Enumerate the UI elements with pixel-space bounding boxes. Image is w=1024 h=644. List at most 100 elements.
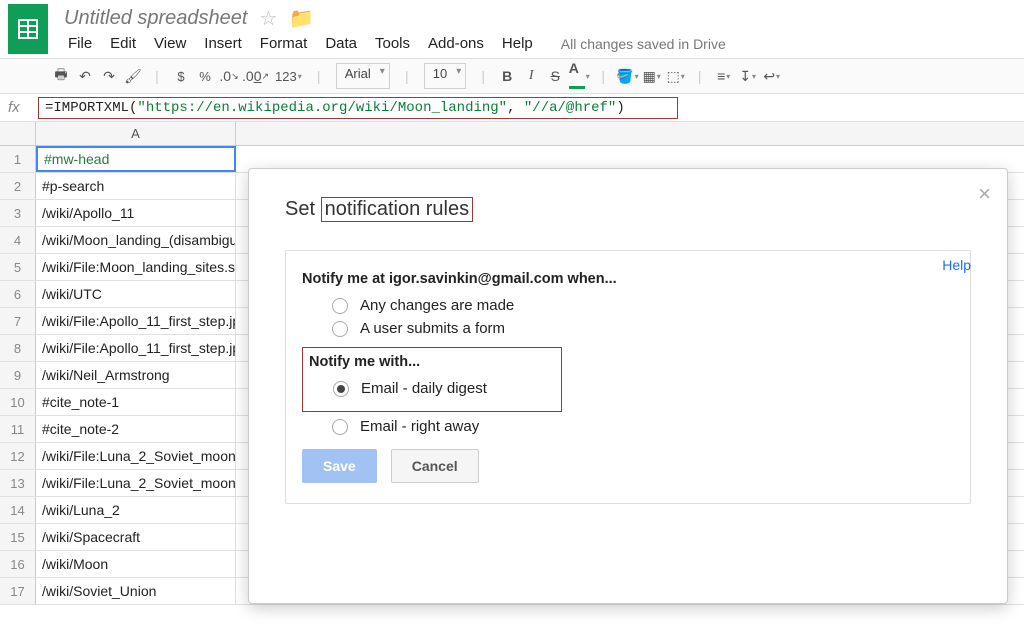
row-header[interactable]: 2 (0, 173, 36, 199)
option-right-away[interactable]: Email - right away (332, 418, 954, 435)
cell[interactable]: /wiki/Apollo_11 (36, 200, 236, 226)
formula-input[interactable]: =IMPORTXML("https://en.wikipedia.org/wik… (38, 97, 678, 119)
separator: | (396, 63, 418, 89)
cell[interactable]: /wiki/Spacecraft (36, 524, 236, 550)
cell[interactable]: /wiki/Neil_Armstrong (36, 362, 236, 388)
cell[interactable]: #cite_note-2 (36, 416, 236, 442)
row-header[interactable]: 5 (0, 254, 36, 280)
print-icon[interactable]: 🖶 (50, 63, 72, 89)
menu-insert[interactable]: Insert (204, 35, 242, 52)
option-form-submit[interactable]: A user submits a form (332, 320, 954, 337)
row-header[interactable]: 15 (0, 524, 36, 550)
row-header[interactable]: 7 (0, 308, 36, 334)
dialog-body: Notify me at igor.savinkin@gmail.com whe… (285, 250, 971, 504)
option-label: Email - daily digest (361, 380, 487, 397)
menu-view[interactable]: View (154, 35, 186, 52)
cell[interactable]: #mw-head (36, 146, 236, 172)
fill-color-button[interactable]: 🪣▾ (616, 63, 638, 89)
row-header[interactable]: 3 (0, 200, 36, 226)
undo-icon[interactable]: ↶ (74, 63, 96, 89)
dialog-title: Set notification rules (285, 197, 971, 222)
radio-icon[interactable] (332, 419, 348, 435)
cell[interactable]: /wiki/File:Apollo_11_first_step.jpg (36, 308, 236, 334)
row-header[interactable]: 10 (0, 389, 36, 415)
cell[interactable]: /wiki/File:Luna_2_Soviet_moon_probe.jpg (36, 443, 236, 469)
cell[interactable]: /wiki/Luna_2 (36, 497, 236, 523)
bold-button[interactable]: B (496, 63, 518, 89)
row-header[interactable]: 4 (0, 227, 36, 253)
borders-button[interactable]: ▦▾ (641, 63, 663, 89)
strikethrough-button[interactable]: S (544, 63, 566, 89)
cell[interactable]: #p-search (36, 173, 236, 199)
row-header[interactable]: 1 (0, 146, 36, 172)
separator: | (472, 63, 494, 89)
close-icon[interactable]: × (978, 181, 991, 207)
notify-with-heading: Notify me with... (309, 354, 553, 370)
horizontal-align-button[interactable]: ≡▾ (713, 63, 735, 89)
formula-text: =IMPORTXML("https://en.wikipedia.org/wik… (45, 100, 625, 116)
decrease-decimal-button[interactable]: .0↘ (218, 63, 240, 89)
font-select[interactable]: Arial (336, 63, 390, 89)
notification-rules-dialog: × Set notification rules Help Notify me … (248, 168, 1008, 604)
option-label: Email - right away (360, 418, 479, 435)
menu-format[interactable]: Format (260, 35, 308, 52)
italic-button[interactable]: I (520, 63, 542, 89)
redo-icon[interactable]: ↷ (98, 63, 120, 89)
row-header[interactable]: 9 (0, 362, 36, 388)
radio-icon[interactable] (332, 298, 348, 314)
row-header[interactable]: 17 (0, 578, 36, 604)
sheets-logo-icon[interactable] (8, 4, 48, 54)
text-wrap-button[interactable]: ↩▾ (761, 63, 783, 89)
star-icon[interactable]: ☆ (259, 6, 277, 31)
help-link[interactable]: Help (942, 257, 971, 273)
cell[interactable]: /wiki/Soviet_Union (36, 578, 236, 604)
cell[interactable]: /wiki/File:Luna_2_Soviet_moon_probe.jpg (36, 470, 236, 496)
save-status: All changes saved in Drive (561, 36, 726, 52)
separator: | (592, 63, 614, 89)
menu-tools[interactable]: Tools (375, 35, 410, 52)
paint-format-icon[interactable]: 🖌 (122, 63, 144, 89)
number-format-button[interactable]: 123▾ (271, 63, 306, 89)
cell[interactable]: #cite_note-1 (36, 389, 236, 415)
menu-addons[interactable]: Add-ons (428, 35, 484, 52)
currency-format-button[interactable]: $ (170, 63, 192, 89)
cell[interactable]: /wiki/Moon (36, 551, 236, 577)
save-button[interactable]: Save (302, 449, 377, 483)
option-label: Any changes are made (360, 297, 514, 314)
cancel-button[interactable]: Cancel (391, 449, 479, 483)
font-size-select[interactable]: 10 (424, 63, 466, 89)
row-header[interactable]: 8 (0, 335, 36, 361)
radio-icon[interactable] (333, 381, 349, 397)
option-daily-digest[interactable]: Email - daily digest (333, 380, 553, 397)
percent-format-button[interactable]: % (194, 63, 216, 89)
cell[interactable]: /wiki/UTC (36, 281, 236, 307)
column-header-a[interactable]: A (36, 122, 236, 145)
separator: | (146, 63, 168, 89)
row-header[interactable]: 6 (0, 281, 36, 307)
formula-bar: fx =IMPORTXML("https://en.wikipedia.org/… (0, 94, 1024, 122)
toolbar: 🖶 ↶ ↷ 🖌 | $ % .0↘ .00↗ 123▾ | Arial | 10… (0, 58, 1024, 94)
row-header[interactable]: 11 (0, 416, 36, 442)
menu-data[interactable]: Data (325, 35, 357, 52)
row-header[interactable]: 14 (0, 497, 36, 523)
increase-decimal-button[interactable]: .00↗ (242, 63, 269, 89)
option-label: A user submits a form (360, 320, 505, 337)
text-color-button[interactable]: A▾ (568, 63, 590, 89)
menu-help[interactable]: Help (502, 35, 533, 52)
cell[interactable]: /wiki/Moon_landing_(disambiguation) (36, 227, 236, 253)
cell[interactable]: /wiki/File:Apollo_11_first_step.jpg (36, 335, 236, 361)
separator: | (308, 63, 330, 89)
merge-cells-button[interactable]: ⬚▾ (665, 63, 687, 89)
option-any-changes[interactable]: Any changes are made (332, 297, 954, 314)
row-header[interactable]: 16 (0, 551, 36, 577)
select-all-corner[interactable] (0, 122, 36, 145)
row-header[interactable]: 12 (0, 443, 36, 469)
cell[interactable]: /wiki/File:Moon_landing_sites.svg (36, 254, 236, 280)
vertical-align-button[interactable]: ↧▾ (737, 63, 759, 89)
menu-file[interactable]: File (68, 35, 92, 52)
row-header[interactable]: 13 (0, 470, 36, 496)
folder-icon[interactable]: 📁 (289, 6, 314, 31)
menu-edit[interactable]: Edit (110, 35, 136, 52)
doc-title[interactable]: Untitled spreadsheet (64, 7, 247, 30)
radio-icon[interactable] (332, 321, 348, 337)
